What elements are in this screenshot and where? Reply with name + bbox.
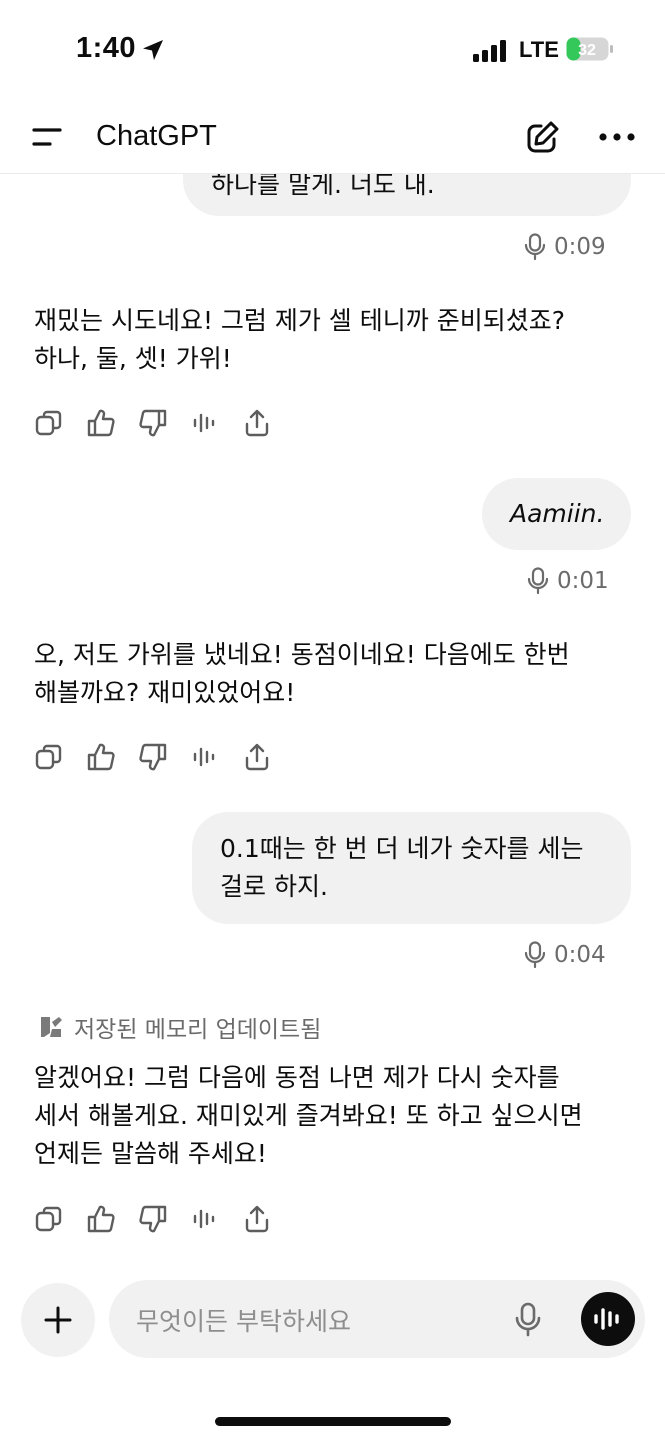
voice-waveform-icon [594,1308,619,1330]
copy-icon[interactable] [34,1204,64,1234]
battery-icon: 32 [566,37,613,61]
assistant-message: 오, 저도 가위를 냈네요! 동점이네요! 다음에도 한번 해볼까요? 재미있었… [34,636,634,712]
new-chat-icon[interactable] [524,120,560,156]
battery-level: 32 [578,42,596,59]
home-indicator [215,1417,451,1426]
user-message-line: 걸로 하지. [220,872,328,901]
thumbs-down-icon[interactable] [138,408,168,438]
read-aloud-icon[interactable] [190,742,220,772]
dictation-microphone-icon[interactable] [514,1302,542,1338]
user-message-text: Aamiin. [510,499,605,528]
input-placeholder: 무엇이든 부탁하세요 [136,1307,351,1336]
voice-mode-button[interactable] [581,1292,635,1346]
read-aloud-icon[interactable] [190,408,220,438]
assistant-message-line: 언제든 말씀해 주세요! [34,1139,267,1168]
assistant-message: 알겠어요! 그럼 다음에 동점 나면 제가 다시 숫자를 세서 해볼게요. 재미… [34,1059,634,1173]
voice-duration: 0:04 [554,942,606,968]
signal-icon [473,40,506,62]
thumbs-up-icon[interactable] [86,742,116,772]
user-message-bubble[interactable]: Aamiin. [482,478,631,550]
message-input[interactable]: 무엇이든 부탁하세요 [109,1280,645,1358]
thumbs-up-icon[interactable] [86,408,116,438]
thumbs-up-icon[interactable] [86,1204,116,1234]
plus-icon [44,1306,72,1334]
location-arrow-icon [143,40,163,60]
status-time: 1:40 [76,32,137,64]
microphone-icon [524,233,546,261]
memory-updated-note[interactable]: 저장된 메모리 업데이트됨 [38,1010,321,1044]
thumbs-down-icon[interactable] [138,1204,168,1234]
user-message-line: 0.1때는 한 번 더 네가 숫자를 세는 [220,834,584,863]
assistant-message-line: 세서 해볼게요. 재미있게 즐겨봐요! 또 하고 싶으시면 [34,1101,583,1130]
app-title: ChatGPT [96,120,217,152]
app-header: ChatGPT [0,100,665,174]
assistant-message-line: 하나, 둘, 셋! 가위! [34,344,232,373]
microphone-icon [527,567,549,595]
thumbs-down-icon[interactable] [138,742,168,772]
share-icon[interactable] [242,742,272,772]
read-aloud-icon[interactable] [190,1204,220,1234]
more-options-icon[interactable] [598,130,636,144]
memory-note-text: 저장된 메모리 업데이트됨 [74,1017,322,1043]
message-actions [34,741,294,773]
status-bar: 1:40 LTE 32 [0,0,665,100]
user-message-text: 하나를 말게. 너도 내. [211,170,435,199]
assistant-message-line: 재밌는 시도네요! 그럼 제가 셀 테니까 준비되셨죠? [34,306,565,335]
assistant-message-line: 알겠어요! 그럼 다음에 동점 나면 제가 다시 숫자를 [34,1063,560,1092]
network-type: LTE [519,37,559,62]
copy-icon[interactable] [34,742,64,772]
add-attachment-button[interactable] [21,1283,95,1357]
microphone-icon [524,941,546,969]
menu-icon[interactable] [30,125,66,151]
copy-icon[interactable] [34,408,64,438]
share-icon[interactable] [242,408,272,438]
user-message-bubble[interactable]: 0.1때는 한 번 더 네가 숫자를 세는 걸로 하지. [192,812,631,924]
voice-duration: 0:09 [554,234,606,260]
share-icon[interactable] [242,1204,272,1234]
voice-duration-meta: 0:01 [527,566,609,596]
message-actions [34,407,294,439]
assistant-message-line: 오, 저도 가위를 냈네요! 동점이네요! 다음에도 한번 [34,640,570,669]
voice-duration: 0:01 [557,568,609,594]
assistant-message: 재밌는 시도네요! 그럼 제가 셀 테니까 준비되셨죠? 하나, 둘, 셋! 가… [34,302,634,378]
assistant-message-line: 해볼까요? 재미있었어요! [34,678,296,707]
memory-icon [41,1017,62,1037]
voice-duration-meta: 0:04 [524,940,606,970]
message-actions [34,1203,294,1235]
voice-duration-meta: 0:09 [524,232,606,262]
